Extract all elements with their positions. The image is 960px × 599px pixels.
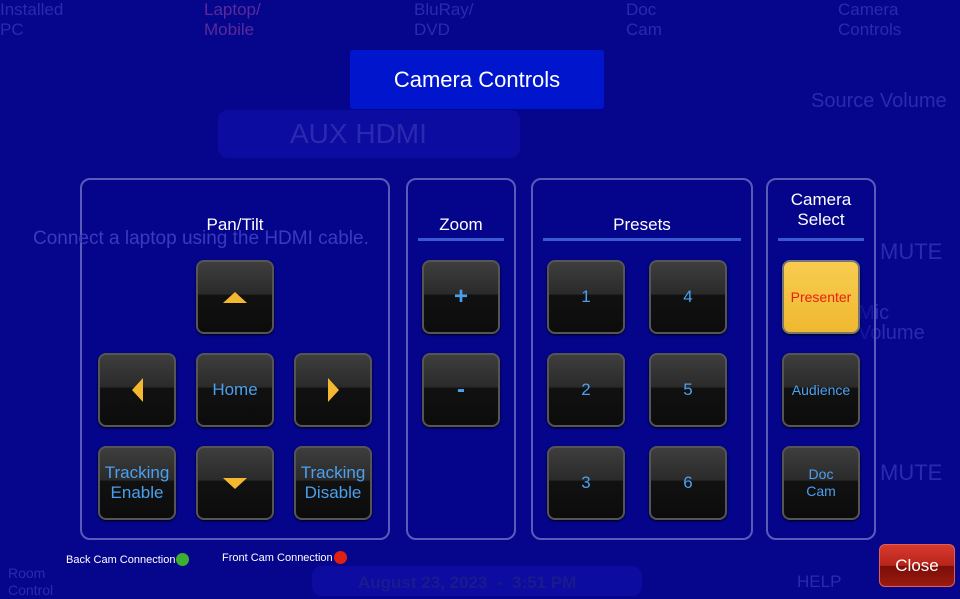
pan-right-button[interactable] [294,353,372,427]
bg-mute-2: MUTE [880,460,943,485]
bg-source-volume: Source Volume [811,90,947,112]
zoom-panel: Zoom + - [406,178,516,540]
bg-source-camera: Camera Controls [838,0,902,39]
dialog-title: Camera Controls [350,50,604,109]
front-cam-indicator-icon [333,551,347,564]
bg-help: HELP [797,572,842,591]
camera-select-divider [778,238,864,241]
zoom-title: Zoom [439,215,483,234]
preset-2-button[interactable]: 2 [547,353,625,427]
bg-date: August 23, 2023 - 3:51 PM [358,573,577,592]
preset-3-button[interactable]: 3 [547,446,625,520]
front-cam-label: Front Cam Connection [222,551,333,564]
home-button[interactable]: Home [196,353,274,427]
presets-title: Presets [613,215,671,234]
preset-4-button[interactable]: 4 [649,260,727,334]
tilt-up-button[interactable] [196,260,274,334]
bg-mute-1: MUTE [880,239,943,264]
front-cam-status: Front Cam Connection [222,551,347,564]
bg-hint: Connect a laptop using the HDMI cable. [33,228,369,249]
down-arrow-icon [223,477,247,489]
tracking-enable-button[interactable]: Tracking Enable [98,446,176,520]
bg-source-installed-pc: Installed PC [0,0,64,39]
pan-left-button[interactable] [98,353,176,427]
back-cam-status: Back Cam Connection [66,553,190,566]
camera-select-title: Camera Select [790,190,852,229]
zoom-in-button[interactable]: + [422,260,500,334]
bg-source-laptop: Laptop/ Mobile [204,0,261,39]
presets-divider [543,238,741,241]
bg-source-doccam: Doc Cam [626,0,662,39]
preset-5-button[interactable]: 5 [649,353,727,427]
camera-select-panel: Camera Select Presenter Audience Doc Cam [766,178,876,540]
tilt-down-button[interactable] [196,446,274,520]
back-cam-label: Back Cam Connection [66,553,176,566]
bg-source-bluray: BluRay/ DVD [414,0,474,39]
camera-presenter-button[interactable]: Presenter [782,260,860,334]
presets-panel: Presets 1 2 3 4 5 6 [531,178,753,540]
up-arrow-icon [223,291,247,303]
back-cam-indicator-icon [176,553,190,566]
camera-doccam-button[interactable]: Doc Cam [782,446,860,520]
close-button[interactable]: Close [879,544,955,587]
zoom-out-button[interactable]: - [422,353,500,427]
left-arrow-icon [131,378,143,402]
camera-audience-button[interactable]: Audience [782,353,860,427]
tracking-disable-button[interactable]: Tracking Disable [294,446,372,520]
right-arrow-icon [327,378,339,402]
zoom-divider [418,238,504,241]
preset-6-button[interactable]: 6 [649,446,727,520]
preset-1-button[interactable]: 1 [547,260,625,334]
bg-aux-label: AUX HDMI [290,118,427,149]
